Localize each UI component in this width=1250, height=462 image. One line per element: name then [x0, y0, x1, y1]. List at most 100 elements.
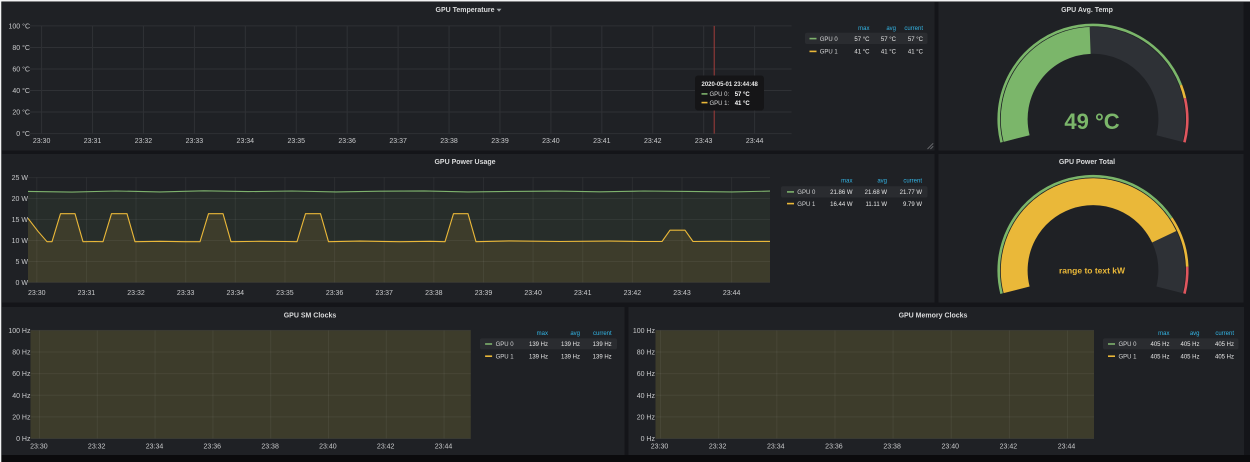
svg-text:21.86 W: 21.86 W: [830, 190, 853, 196]
svg-text:23:36: 23:36: [825, 444, 843, 451]
svg-text:20 W: 20 W: [12, 196, 29, 203]
svg-text:21.77 W: 21.77 W: [900, 190, 923, 196]
svg-text:5 W: 5 W: [16, 259, 29, 266]
svg-text:23:31: 23:31: [78, 290, 96, 297]
svg-text:23:38: 23:38: [261, 444, 279, 451]
svg-text:23:39: 23:39: [491, 138, 509, 145]
svg-text:avg: avg: [1190, 331, 1200, 337]
svg-text:GPU 1: GPU 1: [797, 202, 816, 208]
svg-text:GPU 0: GPU 0: [820, 37, 839, 43]
svg-text:current: current: [904, 26, 923, 32]
svg-text:23:36: 23:36: [326, 290, 344, 297]
svg-text:15 W: 15 W: [12, 217, 29, 224]
svg-text:GPU 0:: GPU 0:: [710, 92, 730, 98]
svg-text:139 Hz: 139 Hz: [593, 342, 612, 348]
svg-text:23:40: 23:40: [941, 444, 959, 451]
svg-text:23:32: 23:32: [88, 444, 106, 451]
svg-text:0 W: 0 W: [16, 280, 29, 287]
svg-text:100 Hz: 100 Hz: [633, 328, 656, 335]
svg-text:GPU SM Clocks: GPU SM Clocks: [284, 313, 337, 320]
svg-text:405 Hz: 405 Hz: [1150, 342, 1169, 348]
svg-text:23:41: 23:41: [593, 138, 611, 145]
svg-text:23:43: 23:43: [695, 138, 713, 145]
svg-text:41 °C: 41 °C: [881, 50, 897, 56]
svg-text:0 Hz: 0 Hz: [16, 436, 31, 443]
svg-text:GPU 1: GPU 1: [1119, 354, 1138, 360]
svg-text:current: current: [1215, 331, 1234, 337]
svg-text:23:36: 23:36: [204, 444, 222, 451]
svg-text:11.11 W: 11.11 W: [866, 202, 888, 208]
svg-text:2020-05-01 23:44:48: 2020-05-01 23:44:48: [702, 82, 759, 88]
svg-text:60 Hz: 60 Hz: [637, 371, 656, 378]
svg-text:80 °C: 80 °C: [12, 44, 30, 52]
svg-text:23:41: 23:41: [574, 290, 592, 297]
svg-text:49 °C: 49 °C: [1064, 109, 1119, 134]
svg-text:40 Hz: 40 Hz: [637, 393, 656, 400]
svg-text:23:34: 23:34: [146, 444, 164, 451]
svg-text:23:38: 23:38: [425, 290, 443, 297]
svg-text:GPU 1: GPU 1: [820, 50, 839, 56]
svg-text:20 °C: 20 °C: [12, 109, 30, 117]
svg-text:avg: avg: [886, 26, 896, 32]
svg-text:23:44: 23:44: [435, 444, 453, 451]
svg-text:0 °C: 0 °C: [16, 130, 30, 138]
svg-text:max: max: [1158, 331, 1169, 337]
svg-text:25 W: 25 W: [12, 175, 29, 182]
svg-text:23:34: 23:34: [227, 290, 245, 297]
svg-text:23:34: 23:34: [237, 138, 255, 145]
svg-text:100 Hz: 100 Hz: [8, 328, 31, 335]
svg-text:23:44: 23:44: [746, 138, 764, 145]
svg-text:GPU 0: GPU 0: [1119, 342, 1138, 348]
svg-text:range to text kW: range to text kW: [1059, 266, 1126, 276]
svg-text:23:32: 23:32: [709, 444, 727, 451]
svg-text:23:30: 23:30: [28, 290, 46, 297]
svg-text:16.44 W: 16.44 W: [830, 202, 853, 208]
svg-text:20 Hz: 20 Hz: [637, 414, 656, 421]
svg-text:100 °C: 100 °C: [9, 22, 30, 30]
svg-text:current: current: [903, 179, 922, 185]
svg-text:GPU 1: GPU 1: [496, 354, 515, 360]
svg-text:GPU 1:: GPU 1:: [710, 101, 730, 107]
svg-text:41 °C: 41 °C: [854, 50, 870, 56]
svg-text:23:37: 23:37: [375, 290, 393, 297]
svg-text:41 °C: 41 °C: [908, 50, 924, 56]
svg-text:23:30: 23:30: [33, 138, 51, 145]
svg-text:23:42: 23:42: [1000, 444, 1018, 451]
svg-text:139 Hz: 139 Hz: [561, 354, 580, 360]
svg-text:0 Hz: 0 Hz: [641, 436, 656, 443]
svg-text:23:43: 23:43: [673, 290, 691, 297]
svg-text:405 Hz: 405 Hz: [1180, 354, 1199, 360]
svg-text:23:33: 23:33: [177, 290, 195, 297]
svg-text:10 W: 10 W: [12, 238, 29, 245]
svg-text:80 Hz: 80 Hz: [12, 350, 31, 357]
svg-text:80 Hz: 80 Hz: [637, 350, 656, 357]
svg-text:60 °C: 60 °C: [12, 65, 30, 73]
svg-text:current: current: [593, 331, 612, 337]
svg-text:GPU Temperature: GPU Temperature: [436, 7, 495, 14]
svg-text:139 Hz: 139 Hz: [593, 354, 612, 360]
svg-text:23:32: 23:32: [135, 138, 153, 145]
svg-text:23:37: 23:37: [389, 138, 407, 145]
svg-text:405 Hz: 405 Hz: [1215, 354, 1234, 360]
svg-text:21.68 W: 21.68 W: [865, 190, 888, 196]
svg-text:avg: avg: [877, 179, 887, 185]
svg-text:23:38: 23:38: [883, 444, 901, 451]
svg-text:max: max: [537, 331, 548, 337]
svg-text:23:31: 23:31: [84, 138, 102, 145]
svg-text:60 Hz: 60 Hz: [12, 371, 31, 378]
svg-text:23:40: 23:40: [319, 444, 337, 451]
svg-text:23:42: 23:42: [377, 444, 395, 451]
svg-text:23:30: 23:30: [30, 444, 48, 451]
svg-text:23:35: 23:35: [287, 138, 305, 145]
svg-text:GPU Power Total: GPU Power Total: [1059, 159, 1115, 166]
svg-text:57 °C: 57 °C: [908, 37, 924, 43]
svg-text:GPU Power Usage: GPU Power Usage: [434, 159, 495, 166]
svg-text:23:32: 23:32: [127, 290, 145, 297]
svg-text:139 Hz: 139 Hz: [529, 354, 548, 360]
svg-text:405 Hz: 405 Hz: [1150, 354, 1169, 360]
svg-text:23:38: 23:38: [440, 138, 458, 145]
svg-text:23:42: 23:42: [624, 290, 642, 297]
svg-text:max: max: [841, 179, 852, 185]
svg-text:GPU 0: GPU 0: [797, 190, 816, 196]
svg-text:GPU Memory Clocks: GPU Memory Clocks: [899, 313, 968, 320]
